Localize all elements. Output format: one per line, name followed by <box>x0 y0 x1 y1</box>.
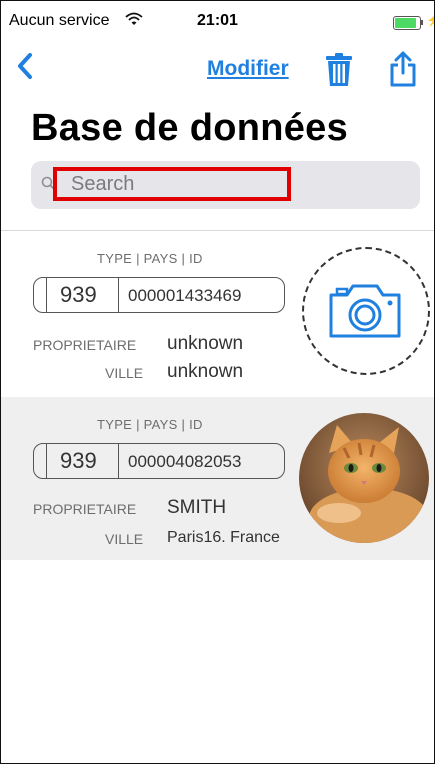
charging-icon: ⚡ <box>426 13 434 27</box>
record-type-label: TYPE | PAYS | ID <box>97 251 203 266</box>
page-title: Base de données <box>31 107 349 149</box>
owner-value: unknown <box>167 333 244 354</box>
owner-label: PROPRIETAIRE <box>33 337 137 353</box>
search-input[interactable] <box>53 167 291 201</box>
record-id: 000004082053 <box>128 452 242 471</box>
city-value: unknown <box>167 361 244 382</box>
delete-button[interactable] <box>325 53 353 92</box>
battery-icon <box>393 16 421 30</box>
id-plate: 939 000004082053 <box>33 443 285 479</box>
city-label: VILLE <box>105 365 144 381</box>
pet-photo[interactable] <box>299 413 429 543</box>
edit-button[interactable]: Modifier <box>207 57 289 81</box>
navigation-bar: Modifier <box>1 45 434 95</box>
back-button[interactable] <box>15 51 35 86</box>
record-id: 000001433469 <box>128 286 242 305</box>
search-bar <box>31 161 420 209</box>
list-item[interactable]: TYPE | PAYS | ID 939 000001433469 PROPRI… <box>1 231 434 396</box>
kitten-photo-image <box>299 413 429 543</box>
share-icon <box>390 51 416 87</box>
list-item[interactable]: TYPE | PAYS | ID 939 000004082053 PROPRI… <box>1 397 434 560</box>
status-bar: Aucun service 21:01 ⚡ <box>1 1 434 41</box>
share-button[interactable] <box>389 51 417 92</box>
app-screen: Aucun service 21:01 ⚡ Modifier <box>0 0 435 764</box>
clock: 21:01 <box>197 12 238 29</box>
chevron-left-icon <box>18 53 32 79</box>
record-type-label: TYPE | PAYS | ID <box>97 417 203 432</box>
id-plate: 939 000001433469 <box>33 277 285 313</box>
owner-label: PROPRIETAIRE <box>33 501 137 517</box>
city-label: VILLE <box>105 531 144 547</box>
camera-icon <box>327 283 403 344</box>
battery-tip <box>421 20 423 25</box>
trash-icon <box>326 53 352 86</box>
country-code: 939 <box>60 448 97 473</box>
city-value: Paris16. France <box>167 529 280 546</box>
owner-value: SMITH <box>167 497 227 518</box>
country-code: 939 <box>60 282 97 307</box>
